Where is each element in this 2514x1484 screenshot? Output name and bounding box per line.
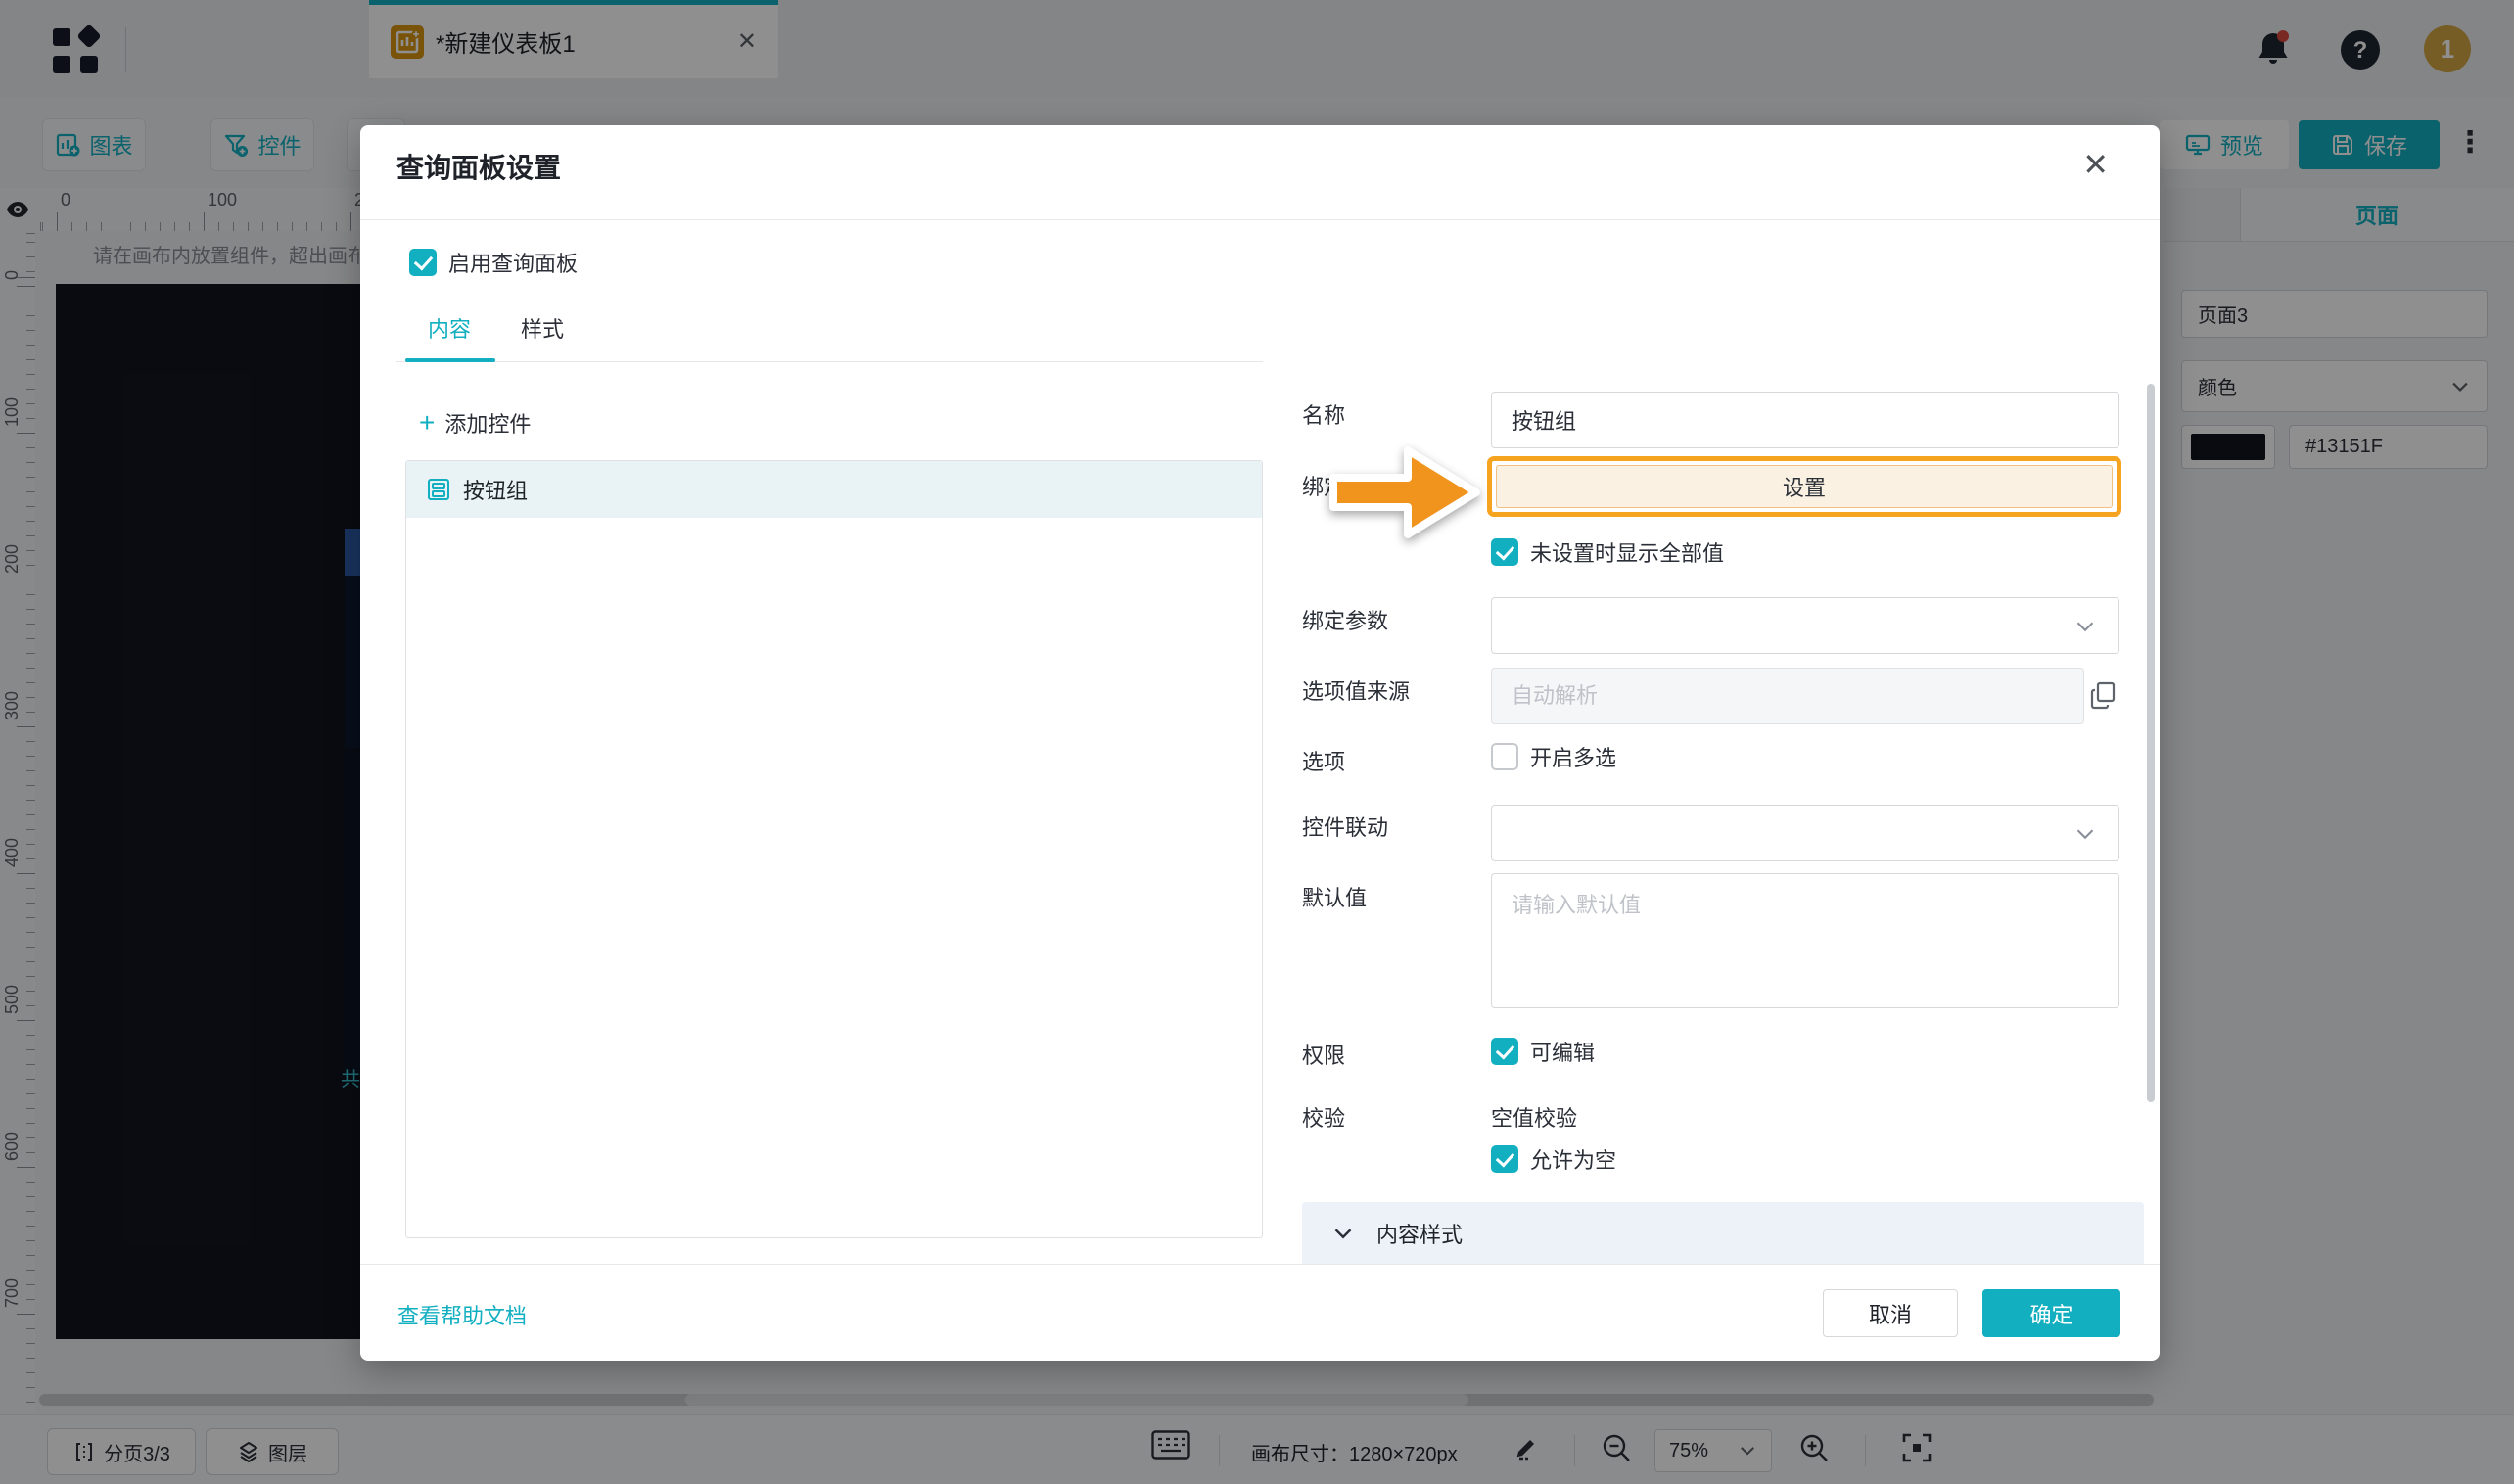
- content-style-section[interactable]: 内容样式: [1302, 1202, 2144, 1264]
- widget-list: 按钮组: [405, 460, 1263, 1238]
- modal-header-divider: [360, 219, 2160, 220]
- option-source-input[interactable]: [1491, 668, 2084, 724]
- checkbox-checked-icon: [1491, 1145, 1518, 1173]
- permission-label: 权限: [1302, 1039, 1345, 1070]
- chevron-down-icon: [2073, 615, 2097, 638]
- bind-param-select[interactable]: [1491, 597, 2119, 654]
- multi-select-checkbox[interactable]: 开启多选: [1491, 741, 1616, 772]
- app-window: *新建仪表板1 ✕ ? 1 图表 控件 0 100 200 0 100 200 …: [0, 0, 2514, 1484]
- annotation-arrow: [1322, 429, 1488, 558]
- setting-button[interactable]: 设置: [1496, 465, 2113, 508]
- editable-checkbox[interactable]: 可编辑: [1491, 1036, 1595, 1067]
- widget-list-item-selected[interactable]: 按钮组: [406, 461, 1262, 518]
- cancel-button[interactable]: 取消: [1823, 1289, 1958, 1337]
- option-label: 选项: [1302, 745, 1345, 776]
- bind-param-label: 绑定参数: [1302, 604, 1388, 635]
- active-tab-underline: [405, 358, 495, 362]
- checkbox-unchecked-icon: [1491, 743, 1518, 770]
- modal-tab-content[interactable]: 内容: [428, 312, 471, 344]
- plus-icon: +: [419, 412, 435, 434]
- name-input[interactable]: [1491, 392, 2119, 448]
- help-doc-link[interactable]: 查看帮助文档: [397, 1299, 527, 1330]
- enable-query-panel-checkbox[interactable]: 启用查询面板: [409, 247, 578, 278]
- show-all-label: 未设置时显示全部值: [1530, 536, 1724, 568]
- widget-item-label: 按钮组: [463, 474, 528, 505]
- allow-empty-checkbox[interactable]: 允许为空: [1491, 1143, 1616, 1175]
- ok-button[interactable]: 确定: [1982, 1289, 2120, 1337]
- add-widget-link[interactable]: + 添加控件: [419, 407, 531, 439]
- modal-tab-style[interactable]: 样式: [521, 312, 564, 344]
- query-panel-settings-modal: 查询面板设置 ✕ 启用查询面板 内容 样式 + 添加控件 按钮组 名称 绑定筛选…: [360, 125, 2160, 1361]
- checkbox-checked-icon: [409, 249, 437, 276]
- empty-check-label: 空值校验: [1491, 1101, 1577, 1133]
- linkage-label: 控件联动: [1302, 811, 1388, 842]
- content-style-label: 内容样式: [1376, 1218, 1463, 1249]
- setting-button-highlight: 设置: [1487, 456, 2121, 517]
- modal-scrollbar-thumb[interactable]: [2147, 384, 2155, 1102]
- name-label: 名称: [1302, 398, 1345, 430]
- modal-footer-divider: [360, 1264, 2160, 1265]
- modal-close-icon[interactable]: ✕: [2082, 149, 2109, 180]
- chevron-down-icon: [2073, 822, 2097, 846]
- default-value-textarea[interactable]: [1491, 873, 2119, 1008]
- validate-label: 校验: [1302, 1101, 1345, 1133]
- linkage-select[interactable]: [1491, 805, 2119, 861]
- copy-icon[interactable]: [2087, 679, 2118, 711]
- chevron-down-icon: [1331, 1222, 1355, 1245]
- multi-select-label: 开启多选: [1530, 741, 1616, 772]
- editable-label: 可编辑: [1530, 1036, 1595, 1067]
- button-group-icon: [426, 477, 451, 502]
- allow-empty-label: 允许为空: [1530, 1143, 1616, 1175]
- option-source-label: 选项值来源: [1302, 674, 1410, 706]
- default-value-label: 默认值: [1302, 881, 1367, 912]
- add-widget-label: 添加控件: [444, 407, 531, 439]
- show-all-checkbox[interactable]: 未设置时显示全部值: [1491, 536, 1724, 568]
- checkbox-checked-icon: [1491, 1038, 1518, 1065]
- enable-query-panel-label: 启用查询面板: [448, 247, 578, 278]
- modal-title: 查询面板设置: [396, 147, 561, 186]
- modal-tabs-divider: [396, 361, 1263, 362]
- checkbox-checked-icon: [1491, 538, 1518, 566]
